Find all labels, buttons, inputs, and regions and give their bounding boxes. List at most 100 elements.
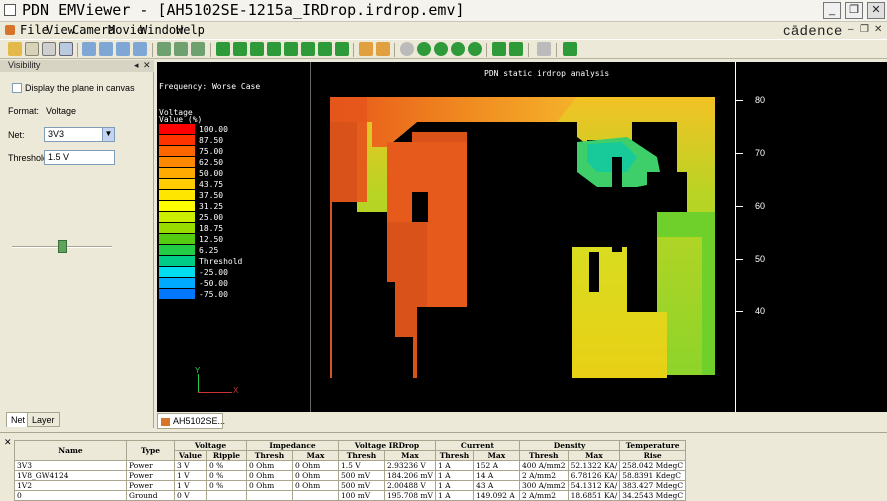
table-cell: 6.78126 KA/	[567, 470, 621, 481]
table-cell: 3V3	[14, 460, 127, 471]
axis-x-line	[198, 392, 232, 393]
view-t-icon[interactable]	[468, 42, 482, 56]
mdi-minimize-icon[interactable]: –	[848, 24, 854, 35]
zoom-out-icon[interactable]	[116, 42, 130, 56]
table-cell	[246, 490, 293, 501]
table-cell: 1V8_GW4124	[14, 470, 127, 481]
save-icon[interactable]	[25, 42, 39, 56]
print-icon[interactable]	[42, 42, 56, 56]
restore-button[interactable]: ❐	[845, 2, 863, 19]
rotate-icon[interactable]	[157, 42, 171, 56]
panel-restore-icon[interactable]: ◂	[134, 60, 139, 71]
3d-view-icon[interactable]	[509, 42, 523, 56]
table-cell: 1 V	[174, 470, 207, 481]
zoom-window-icon[interactable]	[133, 42, 147, 56]
help-icon[interactable]	[563, 42, 577, 56]
subheader-cell: Thresh	[434, 450, 474, 461]
col-temperature: Temperature	[619, 440, 687, 451]
record-icon[interactable]	[400, 42, 414, 56]
subheader-cell: Max	[292, 450, 339, 461]
layers-icon[interactable]	[376, 42, 390, 56]
table-cell: 0 V	[174, 490, 207, 501]
table-cell: 300 A/mm2	[518, 480, 569, 491]
y-tick-label: 50	[755, 254, 766, 264]
table-row[interactable]: 1V8_GW4124 Power 1 V0 % 0 Ohm 0 Ohm 500 mV 184…	[14, 470, 687, 481]
net-label: Net:	[8, 130, 25, 140]
display-plane-checkbox[interactable]	[12, 83, 22, 93]
delete-icon[interactable]	[537, 42, 551, 56]
menu-bar: File View Camera Movie Window Help cāden…	[0, 22, 887, 39]
pause-icon[interactable]	[233, 42, 247, 56]
document-tab-label: AH5102SE...	[173, 416, 226, 426]
table-cell: 2.93236 V	[384, 460, 436, 471]
table-cell: 14 A	[472, 470, 520, 481]
next-frame-icon[interactable]	[301, 42, 315, 56]
rotate-left-icon[interactable]	[174, 42, 188, 56]
menu-movie[interactable]: Movie	[108, 23, 144, 37]
view-i-icon[interactable]	[434, 42, 448, 56]
table-cell: 34.2543 MdegC	[619, 490, 687, 501]
subheader-cell: Value	[174, 450, 207, 461]
mdi-restore-icon[interactable]: ❐	[860, 24, 869, 35]
open-icon[interactable]	[8, 42, 22, 56]
cutout-6	[589, 252, 599, 292]
col-name: Name	[14, 440, 127, 461]
net-select[interactable]: 3V3 ▼	[44, 127, 115, 142]
menu-help[interactable]: Help	[176, 23, 205, 37]
table-cell: 52.1322 KA/	[567, 460, 621, 471]
prev-frame-icon[interactable]	[284, 42, 298, 56]
results-close-icon[interactable]: ✕	[4, 437, 12, 448]
panel-close-icon[interactable]: ✕	[143, 60, 151, 71]
table-row[interactable]: 3V3 Power 3 V0 % 0 Ohm 0 Ohm 1.5 V 2.93236 V1 …	[14, 460, 687, 471]
subheader-cell: Thresh	[246, 450, 293, 461]
table-cell: 0 %	[206, 480, 247, 491]
visibility-panel: Visibility ◂ ✕ Display the plane in canv…	[0, 60, 154, 428]
stop-icon[interactable]	[250, 42, 264, 56]
rotate-right-icon[interactable]	[191, 42, 205, 56]
display-plane-label: Display the plane in canvas	[25, 83, 135, 93]
plot-canvas[interactable]: Frequency: Worse Case PDN static irdrop …	[157, 62, 887, 412]
subheader-cell: Max	[384, 450, 436, 461]
y-axis-line	[735, 62, 736, 412]
cutout-1	[353, 227, 383, 292]
view-v-icon[interactable]	[417, 42, 431, 56]
document-icon	[161, 418, 170, 426]
table-cell: 0 Ohm	[292, 470, 339, 481]
irdrop-map	[330, 97, 715, 378]
threshold-slider-thumb[interactable]	[58, 240, 67, 253]
table-cell: 3 V	[174, 460, 207, 471]
y-tick-label: 40	[755, 306, 766, 316]
threshold-input[interactable]: 1.5 V	[44, 150, 115, 165]
net-select-value: 3V3	[48, 129, 65, 139]
table-cell	[292, 490, 339, 501]
copy-icon[interactable]	[59, 42, 73, 56]
table-cell: 0 Ohm	[292, 480, 339, 491]
col-current: Current	[434, 440, 520, 451]
subheader-cell: Ripple	[206, 450, 247, 461]
table-cell: 0 Ohm	[292, 460, 339, 471]
minimize-button[interactable]: _	[823, 2, 841, 19]
menu-file[interactable]: File	[20, 23, 49, 37]
table-cell: 1 A	[434, 480, 474, 491]
tab-layer[interactable]: Layer	[27, 412, 60, 427]
play-icon[interactable]	[216, 42, 230, 56]
zoom-in-icon[interactable]	[99, 42, 113, 56]
close-button[interactable]: ✕	[867, 2, 885, 19]
table-cell: 2.00488 V	[384, 480, 436, 491]
zoom-fit-icon[interactable]	[82, 42, 96, 56]
table-row[interactable]: 1V2 Power 1 V0 % 0 Ohm 0 Ohm 500 mV 2.00488 V1…	[14, 480, 687, 491]
loop-icon[interactable]	[335, 42, 349, 56]
axis-x-label: X	[233, 386, 239, 395]
last-frame-icon[interactable]	[318, 42, 332, 56]
table-row[interactable]: 0 Ground 0 V 100 mV 195.708 mV 1 A 149.092 A2 …	[14, 490, 687, 501]
subheader-cell: Thresh	[518, 450, 569, 461]
first-frame-icon[interactable]	[267, 42, 281, 56]
mdi-close-icon[interactable]: ✕	[874, 24, 882, 35]
chevron-down-icon[interactable]: ▼	[102, 128, 114, 141]
document-tab[interactable]: AH5102SE...	[157, 413, 226, 429]
menu-view[interactable]: View	[46, 23, 75, 37]
table-cell: 184.206 mV	[384, 470, 436, 481]
view-d-icon[interactable]	[451, 42, 465, 56]
2d-view-icon[interactable]	[492, 42, 506, 56]
palette-icon[interactable]	[359, 42, 373, 56]
